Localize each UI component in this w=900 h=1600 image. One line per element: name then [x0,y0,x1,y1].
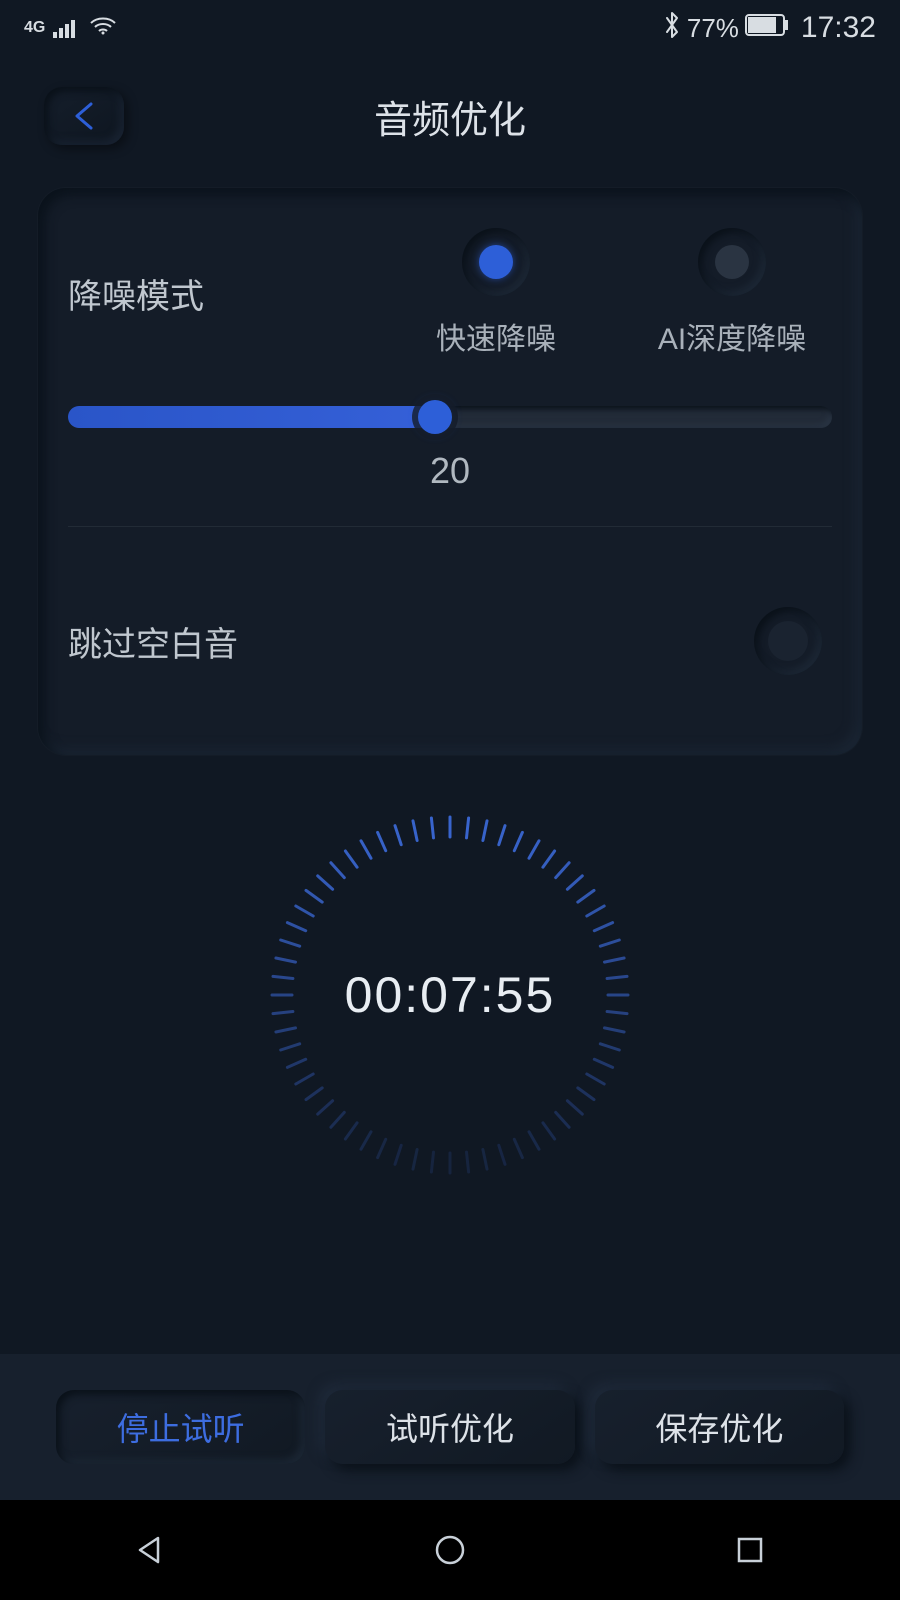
radio-indicator-icon [698,228,766,296]
save-optimize-button[interactable]: 保存优化 [595,1390,844,1464]
battery-percent: 77% [687,13,739,44]
circle-home-icon [430,1530,470,1570]
network-indicator: 4G [24,20,45,36]
battery-icon [745,14,789,43]
radio-ai-denoise[interactable]: AI深度降噪 [632,228,832,358]
signal-icon [53,18,81,38]
timer-section: 00:07:55 [0,805,900,1185]
timer-dial: 00:07:55 [260,805,640,1185]
radio-fast-denoise[interactable]: 快速降噪 [396,228,596,358]
radio-indicator-icon [462,228,530,296]
page-title: 音频优化 [374,89,526,144]
radio-ai-label: AI深度降噪 [658,314,806,358]
bottom-action-bar: 停止试听 试听优化 保存优化 [0,1354,900,1500]
divider [68,526,832,527]
noise-mode-row: 降噪模式 快速降噪 AI深度降噪 [68,228,832,358]
preview-optimize-button[interactable]: 试听优化 [325,1390,574,1464]
noise-mode-label: 降噪模式 [68,269,298,318]
wifi-icon [89,14,117,42]
nav-home-button[interactable] [430,1530,470,1570]
bluetooth-icon [663,11,681,46]
settings-panel: 降噪模式 快速降噪 AI深度降噪 20 跳过空白音 [38,188,862,755]
preview-optimize-label: 试听优化 [386,1404,514,1450]
nav-back-button[interactable] [130,1530,170,1570]
skip-silence-toggle[interactable] [754,607,822,675]
stop-preview-button[interactable]: 停止试听 [56,1390,305,1464]
chevron-left-icon [71,101,97,131]
radio-fast-label: 快速降噪 [436,314,556,358]
skip-silence-label: 跳过空白音 [68,617,238,666]
stop-preview-label: 停止试听 [117,1404,245,1450]
header: 音频优化 [0,56,900,176]
slider-thumb[interactable] [418,400,452,434]
triangle-back-icon [130,1530,170,1570]
save-optimize-label: 保存优化 [655,1404,783,1450]
timer-display: 00:07:55 [260,805,640,1185]
slider-track[interactable] [68,406,832,428]
clock: 17:32 [801,11,876,45]
slider-fill [68,406,435,428]
status-right: 77% 17:32 [663,11,876,46]
back-button[interactable] [44,87,124,145]
square-recent-icon [730,1530,770,1570]
android-nav-bar [0,1500,900,1600]
status-bar: 4G 77% 17:32 [0,0,900,56]
slider-value: 20 [68,450,832,492]
status-left: 4G [24,14,117,42]
noise-slider: 20 [68,406,832,492]
noise-mode-radio-group: 快速降噪 AI深度降噪 [298,228,832,358]
skip-silence-row: 跳过空白音 [68,607,832,675]
nav-recent-button[interactable] [730,1530,770,1570]
